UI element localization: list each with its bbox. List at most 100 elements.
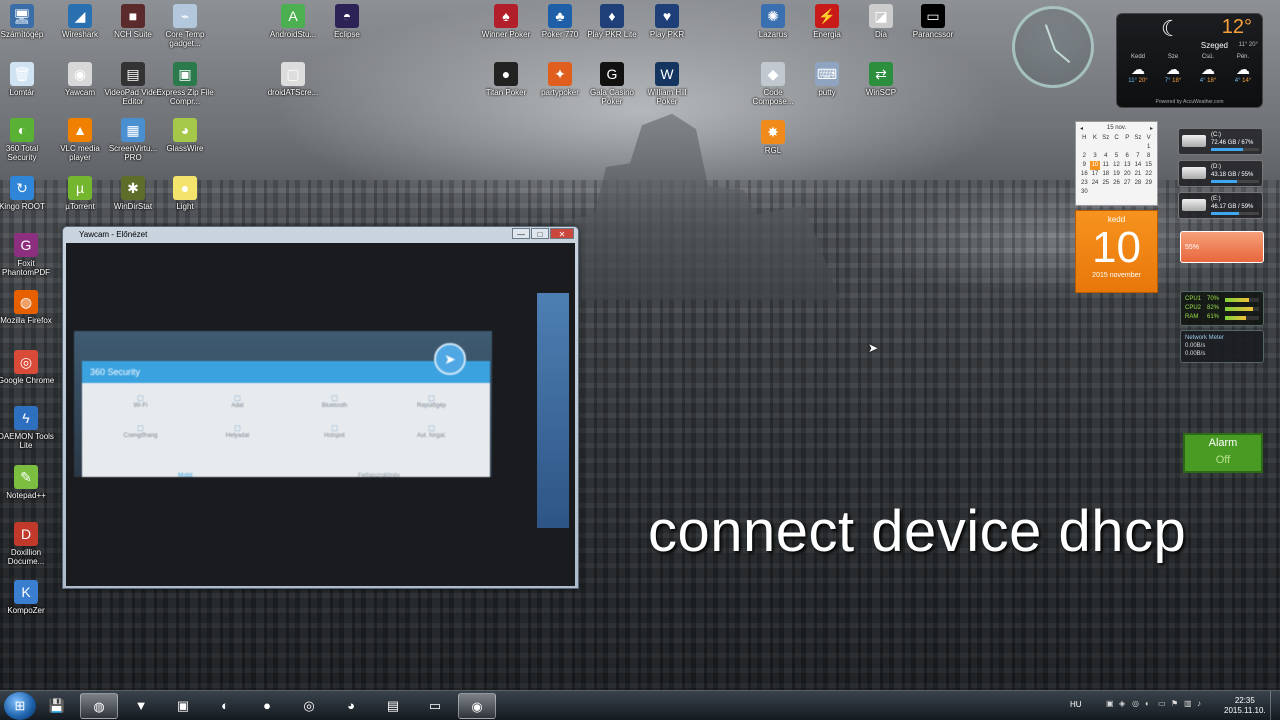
calendar-day[interactable]: 4 (1100, 152, 1111, 161)
desktop-icon[interactable]: ✎ Notepad++ (0, 465, 56, 500)
calendar-day[interactable]: 3 (1090, 152, 1101, 161)
calendar-day[interactable]: 8 (1143, 152, 1154, 161)
desktop-icon[interactable]: ϟ DAEMON Tools Lite (0, 406, 56, 450)
desktop-icon[interactable]: ⌨ putty (797, 62, 857, 97)
desktop-icon[interactable]: ♦ Play PKR Lite (582, 4, 642, 39)
weather-gadget[interactable]: ☾ 12° Szeged 11° 20° Kedd ☁ 11° 20° Sze ☁ 7° … (1116, 13, 1263, 108)
calendar-next-button[interactable]: ▸ (1150, 125, 1153, 132)
desktop-icon[interactable]: ◆ Code Compose... (743, 62, 803, 106)
minimize-button[interactable]: — (512, 228, 530, 239)
tray-app-icon[interactable]: ▣ (1106, 699, 1116, 709)
taskbar-button[interactable]: 💾 (38, 693, 76, 719)
calendar-day[interactable]: 30 (1079, 188, 1090, 197)
drive-meter[interactable]: (E:) 46.17 GB / 59% (1178, 192, 1263, 219)
calendar-day[interactable]: 13 (1122, 161, 1133, 170)
desktop-icon[interactable]: ♥ Play PKR (637, 4, 697, 39)
drive-meter[interactable]: (D:) 43.18 GB / 55% (1178, 160, 1263, 187)
calendar-day[interactable]: 24 (1090, 179, 1101, 188)
calendar-prev-button[interactable]: ◂ (1080, 125, 1083, 132)
desktop-icon[interactable]: ✱ WinDirStat (103, 176, 163, 211)
calendar-day[interactable]: 12 (1111, 161, 1122, 170)
taskbar-button[interactable]: ◉ (458, 693, 496, 719)
desktop-icon[interactable]: ◪ Dia (851, 4, 911, 39)
calendar-day[interactable]: 28 (1133, 179, 1144, 188)
desktop-icon[interactable]: µ µTorrent (50, 176, 110, 211)
calendar-day[interactable]: 6 (1122, 152, 1133, 161)
calendar-day[interactable]: 5 (1111, 152, 1122, 161)
taskbar-clock[interactable]: 22:35 2015.11.10. (1224, 696, 1266, 716)
calendar-day[interactable]: 15 (1143, 161, 1154, 170)
desktop-icon[interactable]: ▤ VideoPad Video Editor (103, 62, 163, 106)
taskbar-button[interactable]: ▼ (122, 693, 160, 719)
calendar-day[interactable]: 27 (1122, 179, 1133, 188)
taskbar-button[interactable]: ◎ (290, 693, 328, 719)
calendar-day[interactable]: 23 (1079, 179, 1090, 188)
calendar-day[interactable]: 17 (1090, 170, 1101, 179)
tray-volume-icon[interactable]: ♪ (1197, 699, 1207, 709)
desktop-icon[interactable]: G Foxit PhantomPDF (0, 233, 56, 277)
calendar-day[interactable]: 20 (1122, 170, 1133, 179)
desktop-icon[interactable]: 🖥 Számítógép (0, 4, 52, 39)
calendar-day[interactable]: 19 (1111, 170, 1122, 179)
start-button[interactable]: ⊞ (4, 692, 36, 720)
desktop-icon[interactable]: ◓ Eclipse (317, 4, 377, 39)
taskbar-button[interactable]: ▣ (164, 693, 202, 719)
desktop-icon[interactable]: ▲ VLC media player (50, 118, 110, 162)
calendar-day[interactable]: 25 (1100, 179, 1111, 188)
tray-network-icon[interactable]: ▥ (1184, 699, 1194, 709)
calendar-day[interactable]: 26 (1111, 179, 1122, 188)
desktop-icon[interactable]: G Gala Casino Poker (582, 62, 642, 106)
desktop-icon[interactable]: ↻ Kingo ROOT (0, 176, 52, 211)
calendar-day[interactable]: 11 (1100, 161, 1111, 170)
desktop-icon[interactable]: ■ NCH Suite (103, 4, 163, 39)
calendar-day[interactable]: 29 (1143, 179, 1154, 188)
tray-shield-icon[interactable]: ◈ (1119, 699, 1129, 709)
desktop-icon[interactable]: ✺ Lazarus (743, 4, 803, 39)
yawcam-window[interactable]: Yawcam - Előnézet — □ ✕ 360 Security Wi-… (62, 226, 579, 589)
calendar-day[interactable]: 18 (1100, 170, 1111, 179)
calendar-day[interactable]: 21 (1133, 170, 1144, 179)
calendar-gadget[interactable]: ◂ 15 nov. ▸ H K Sz C P Sz V 1 2 3 4 5 6 7 8 9 10 11 12 13 14… (1075, 121, 1158, 206)
calendar-day[interactable]: 10 (1089, 161, 1101, 170)
desktop-icon[interactable]: ⌁ Core Temp gadget... (155, 4, 215, 48)
calendar-day[interactable]: 7 (1133, 152, 1144, 161)
desktop-icon[interactable]: ◍ Mozilla Firefox (0, 290, 56, 325)
tray-monitor-icon[interactable]: ▭ (1158, 699, 1168, 709)
taskbar-button[interactable]: ▭ (416, 693, 454, 719)
tray-flag-icon[interactable]: ⚑ (1171, 699, 1181, 709)
calendar-day[interactable]: 1 (1143, 143, 1154, 152)
desktop-icon[interactable]: ▢ droidATScre... (263, 62, 323, 97)
taskbar-button[interactable]: ◍ (80, 693, 118, 719)
calendar-day[interactable]: 2 (1079, 152, 1090, 161)
taskbar-button[interactable]: ▤ (374, 693, 412, 719)
desktop-icon[interactable]: ▭ Parancssor (903, 4, 963, 39)
desktop-icon[interactable]: ◢ Wireshark (50, 4, 110, 39)
desktop-icon[interactable]: ⇄ WinSCP (851, 62, 911, 97)
alarm-gadget[interactable]: Alarm Off (1183, 433, 1263, 473)
calendar-day[interactable]: 22 (1143, 170, 1154, 179)
show-desktop-button[interactable] (1270, 691, 1280, 720)
drive-meter[interactable]: (C:) 72.46 GB / 67% (1178, 128, 1263, 155)
taskbar-button[interactable]: ◕ (332, 693, 370, 719)
desktop-icon[interactable]: ● Light (155, 176, 215, 211)
desktop-icon[interactable]: ● Titan Poker (476, 62, 536, 97)
maximize-button[interactable]: □ (531, 228, 549, 239)
desktop-icon[interactable]: ✦ partypoker (530, 62, 590, 97)
desktop-icon[interactable]: W William Hill Poker (637, 62, 697, 106)
desktop-icon[interactable]: K KompoZer (0, 580, 56, 615)
desktop-icon[interactable]: ◎ Google Chrome (0, 350, 56, 385)
tray-security-icon[interactable]: ◐ (1145, 699, 1155, 709)
taskbar-button[interactable]: ◐ (206, 693, 244, 719)
taskbar-button[interactable]: ● (248, 693, 286, 719)
desktop-icon[interactable]: ✸ RGL (743, 120, 803, 155)
desktop-icon[interactable]: ▦ ScreenVirtu... PRO (103, 118, 163, 162)
desktop-icon[interactable]: ◐ 360 Total Security (0, 118, 52, 162)
desktop-icon[interactable]: ♠ Winner Poker (476, 4, 536, 39)
desktop-icon[interactable]: ⚡ Energia (797, 4, 857, 39)
tray-chrome-icon[interactable]: ◎ (1132, 699, 1142, 709)
desktop-icon[interactable]: 🗑 Lomtár (0, 62, 52, 97)
desktop-icon[interactable]: D Doxillion Docume... (0, 522, 56, 566)
language-indicator[interactable]: HU (1070, 700, 1082, 709)
desktop-icon[interactable]: ◕ GlassWire (155, 118, 215, 153)
desktop-icon[interactable]: ▣ Express Zip File Compr... (155, 62, 215, 106)
